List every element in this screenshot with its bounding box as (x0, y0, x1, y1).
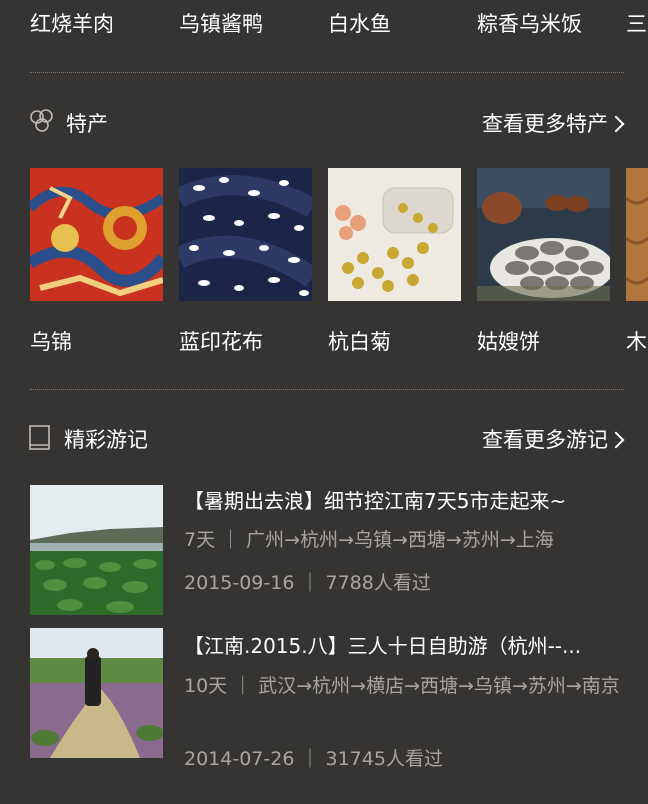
chevron-right-icon[interactable] (607, 115, 625, 133)
specialty-image-wood[interactable] (626, 168, 648, 301)
travelogue-thumbnail[interactable] (30, 485, 163, 615)
food-item[interactable]: 白水鱼 (328, 8, 391, 38)
specialty-image-blue-print-cloth[interactable] (179, 168, 312, 301)
book-icon (28, 424, 52, 452)
food-row: 红烧羊肉 乌镇酱鸭 白水鱼 粽香乌米饭 三 (0, 0, 648, 44)
travelogues-header: 精彩游记 查看更多游记 (0, 418, 648, 458)
food-item[interactable]: 粽香乌米饭 (477, 8, 582, 38)
travelogue-thumbnail[interactable] (30, 628, 163, 758)
cluster-icon (28, 108, 56, 134)
section-title: 特产 (66, 112, 108, 136)
food-item[interactable]: 三 (626, 8, 647, 38)
specialty-label[interactable]: 木 (626, 326, 647, 356)
travelogue-route: 7天 ｜ 广州→杭州→乌镇→西塘→苏州→上海 (184, 529, 554, 551)
section-title: 精彩游记 (64, 428, 148, 452)
specialty-label[interactable]: 杭白菊 (328, 326, 391, 356)
specialty-image-chrysanthemum[interactable] (328, 168, 461, 301)
travelogue-route: 10天 ｜ 武汉→杭州→横店→西塘→乌镇→苏州→南京 (184, 675, 620, 697)
more-specialties-link[interactable]: 查看更多特产 (482, 108, 608, 138)
specialty-image-cake[interactable] (477, 168, 610, 301)
travelogue-title[interactable]: 【暑期出去浪】细节控江南7天5市走起来~ (184, 485, 624, 514)
travelogue-title[interactable]: 【江南.2015.八】三人十日自助游（杭州--... (184, 630, 624, 659)
chevron-right-icon[interactable] (607, 431, 625, 449)
specialty-image-brocade[interactable] (30, 168, 163, 301)
food-item[interactable]: 红烧羊肉 (30, 8, 114, 38)
travelogue-meta: 2014-07-26 ｜ 31745人看过 (184, 748, 443, 770)
travelogue-meta: 2015-09-16 ｜ 7788人看过 (184, 572, 431, 594)
food-item[interactable]: 乌镇酱鸭 (179, 8, 263, 38)
specialty-label[interactable]: 姑嫂饼 (477, 326, 540, 356)
more-travelogues-link[interactable]: 查看更多游记 (482, 424, 608, 454)
specialties-header: 特产 查看更多特产 (0, 102, 648, 142)
divider (30, 72, 624, 73)
specialty-label[interactable]: 蓝印花布 (179, 326, 263, 356)
specialty-label[interactable]: 乌锦 (30, 326, 72, 356)
divider (30, 389, 624, 390)
